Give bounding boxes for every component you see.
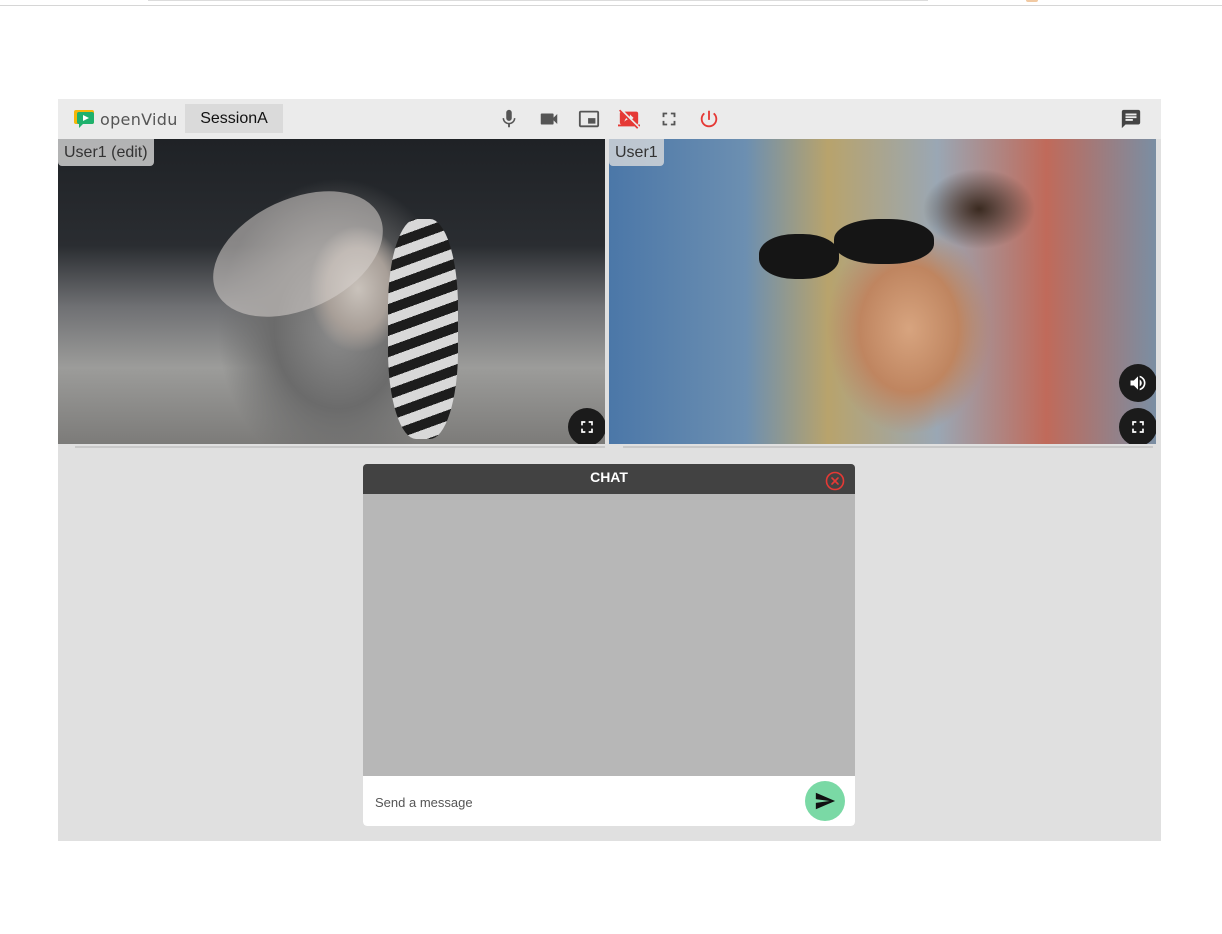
video-divider — [75, 446, 605, 448]
leave-session-button[interactable] — [697, 107, 721, 131]
openvidu-logo: openVidu — [74, 108, 178, 130]
fullscreen-icon — [1132, 421, 1144, 433]
video-frame-detail — [388, 219, 458, 439]
chat-icon — [1121, 109, 1141, 129]
close-icon — [825, 471, 845, 491]
mic-icon — [502, 109, 516, 128]
fullscreen-button[interactable] — [657, 107, 681, 131]
chat-header: CHAT — [363, 464, 855, 494]
chat-messages-area — [363, 494, 855, 776]
session-toolbar: openVidu SessionA — [58, 99, 1161, 139]
stop-screen-share-icon — [618, 109, 640, 129]
video-fullscreen-button[interactable] — [568, 408, 605, 444]
local-video-stream: User1 (edit) — [58, 139, 605, 444]
remote-video-stream: User1 — [609, 139, 1156, 444]
video-divider — [623, 446, 1153, 448]
send-icon — [815, 792, 836, 810]
video-frame-detail — [834, 219, 934, 264]
chat-message-input[interactable] — [373, 788, 797, 816]
fullscreen-icon — [581, 421, 593, 433]
send-message-button[interactable] — [805, 781, 845, 821]
openvidu-session: openVidu SessionA User1 (edit) User1 CHA… — [58, 99, 1161, 841]
video-frame-detail — [193, 166, 403, 342]
session-name: SessionA — [185, 104, 283, 133]
chat-title: CHAT — [590, 469, 628, 485]
volume-button[interactable] — [1119, 364, 1156, 402]
openvidu-logo-icon — [74, 110, 96, 128]
mute-microphone-button[interactable] — [497, 107, 521, 131]
chat-footer — [363, 776, 855, 826]
stop-screen-share-button[interactable] — [617, 107, 641, 131]
video-frame-detail — [759, 234, 839, 279]
local-nickname-label[interactable]: User1 (edit) — [58, 139, 154, 166]
picture-in-picture-icon — [578, 110, 600, 128]
volume-icon — [1130, 375, 1146, 391]
logo-text: openVidu — [100, 109, 178, 129]
browser-top-strip — [148, 0, 928, 1]
screen-share-button[interactable] — [577, 107, 601, 131]
chat-panel: CHAT — [363, 464, 855, 826]
video-fullscreen-button[interactable] — [1119, 408, 1156, 444]
remote-nickname-label: User1 — [609, 139, 664, 166]
power-icon — [700, 110, 718, 128]
browser-indicator — [1026, 0, 1038, 2]
browser-divider — [0, 5, 1222, 6]
toggle-camera-button[interactable] — [537, 107, 561, 131]
fullscreen-icon — [662, 112, 676, 126]
toggle-chat-button[interactable] — [1119, 107, 1143, 131]
videocam-icon — [540, 113, 558, 125]
close-chat-button[interactable] — [825, 471, 845, 491]
